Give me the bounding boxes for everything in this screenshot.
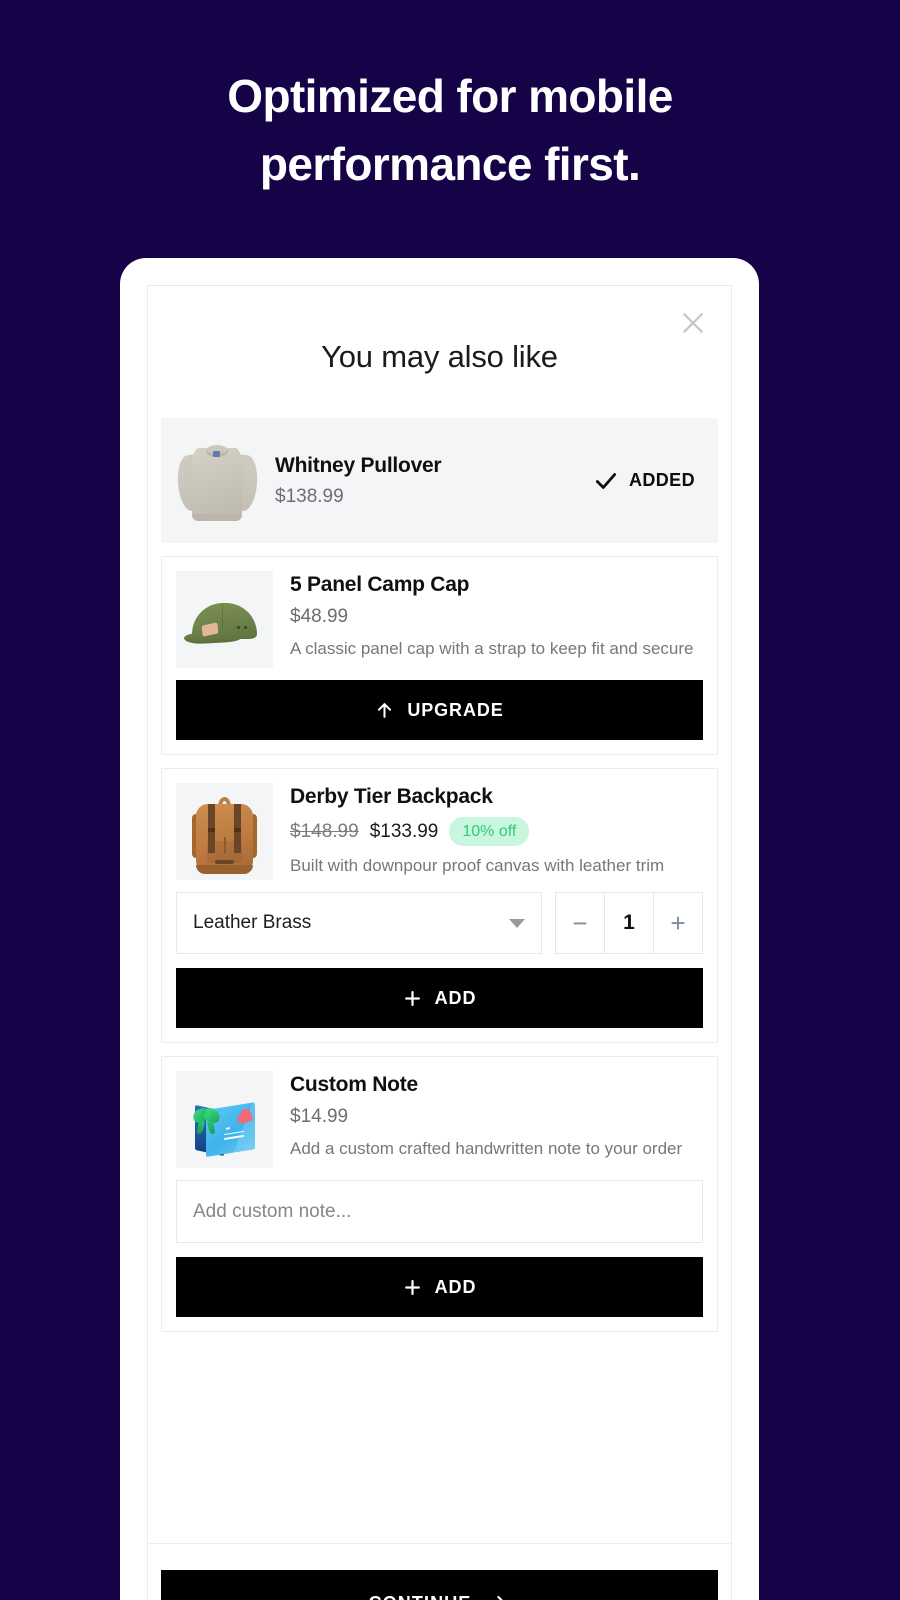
hero-headline: Optimized for mobile performance first. — [0, 62, 900, 198]
close-icon[interactable] — [673, 303, 713, 343]
product-row: Whitney Pullover $138.99 ADDED — [162, 419, 717, 542]
product-price-original: $148.99 — [290, 820, 359, 842]
plus-icon — [404, 990, 420, 1006]
variant-select-value: Leather Brass — [193, 912, 312, 933]
add-button-label: ADD — [434, 987, 477, 1008]
product-info: Custom Note $14.99 Add a custom crafted … — [273, 1071, 703, 1161]
page-title: You may also like — [321, 339, 558, 374]
product-description: Built with downpour proof canvas with le… — [290, 856, 665, 875]
discount-badge: 10% off — [449, 817, 530, 846]
product-card-5-panel-camp-cap: 5 Panel Camp Cap $48.99 A classic panel … — [161, 556, 718, 755]
chevron-down-icon — [509, 918, 525, 928]
status-badge-label: ADDED — [628, 470, 695, 490]
product-thumbnail-sweater — [176, 432, 258, 529]
continue-button[interactable]: CONTINUE — [161, 1570, 718, 1600]
product-row: 5 Panel Camp Cap $48.99 A classic panel … — [162, 557, 717, 680]
variant-select[interactable]: Leather Brass — [176, 892, 542, 954]
product-info: Whitney Pullover $138.99 — [258, 452, 593, 509]
custom-note-placeholder: Add custom note... — [193, 1200, 352, 1222]
product-card-derby-tier-backpack: Derby Tier Backpack $148.99 $133.99 10% … — [161, 768, 718, 1043]
custom-note-input[interactable]: Add custom note... — [176, 1180, 703, 1243]
product-list[interactable]: Whitney Pullover $138.99 ADDED 5 Panel C… — [148, 418, 731, 1543]
product-thumbnail-note-card — [176, 1071, 273, 1168]
product-title: Custom Note — [290, 1073, 418, 1096]
continue-button-label: CONTINUE — [369, 1593, 472, 1600]
arrow-up-icon — [378, 702, 392, 718]
product-card-custom-note: Custom Note $14.99 Add a custom crafted … — [161, 1056, 718, 1332]
modal-header: You may also like — [148, 286, 731, 418]
add-note-button-label: ADD — [434, 1276, 477, 1297]
upgrade-button-label: UPGRADE — [407, 699, 504, 720]
add-note-button[interactable]: ADD — [176, 1257, 703, 1317]
quantity-stepper: − 1 + — [555, 892, 703, 954]
hero-line-2: performance first. — [259, 138, 641, 190]
arrow-right-icon — [497, 1595, 504, 1600]
upgrade-button[interactable]: UPGRADE — [176, 680, 703, 740]
quantity-decrement-button[interactable]: − — [556, 893, 604, 953]
product-title: Whitney Pullover — [275, 454, 442, 477]
phone-screen: You may also like Whitney Pullover $138.… — [147, 285, 732, 1600]
product-price-sale: $133.99 — [369, 820, 439, 842]
product-description: A classic panel cap with a strap to keep… — [290, 639, 694, 658]
product-options-row: Leather Brass − 1 + — [162, 892, 717, 954]
product-thumbnail-backpack — [176, 783, 273, 880]
product-description: Add a custom crafted handwritten note to… — [290, 1139, 683, 1158]
product-price-line: $148.99 $133.99 10% off — [290, 817, 703, 846]
status-badge-added: ADDED — [593, 468, 703, 494]
product-info: 5 Panel Camp Cap $48.99 A classic panel … — [273, 571, 703, 661]
product-info: Derby Tier Backpack $148.99 $133.99 10% … — [273, 783, 703, 878]
product-card-whitney-pullover: Whitney Pullover $138.99 ADDED — [161, 418, 718, 543]
product-price: $14.99 — [290, 1106, 349, 1127]
phone-frame: You may also like Whitney Pullover $138.… — [120, 258, 759, 1600]
quantity-increment-button[interactable]: + — [654, 893, 702, 953]
quantity-value: 1 — [604, 893, 654, 953]
check-icon — [595, 472, 617, 489]
product-price: $48.99 — [290, 606, 349, 627]
product-row: Custom Note $14.99 Add a custom crafted … — [162, 1057, 717, 1180]
hero-line-1: Optimized for mobile — [227, 70, 673, 122]
product-price: $138.99 — [275, 486, 344, 507]
product-row: Derby Tier Backpack $148.99 $133.99 10% … — [162, 769, 717, 892]
product-thumbnail-cap — [176, 571, 273, 668]
modal-footer: CONTINUE — [148, 1543, 731, 1600]
add-button[interactable]: ADD — [176, 968, 703, 1028]
upsell-modal: You may also like Whitney Pullover $138.… — [148, 286, 731, 1600]
product-title: Derby Tier Backpack — [290, 785, 493, 808]
plus-icon — [404, 1279, 420, 1295]
product-title: 5 Panel Camp Cap — [290, 573, 470, 596]
